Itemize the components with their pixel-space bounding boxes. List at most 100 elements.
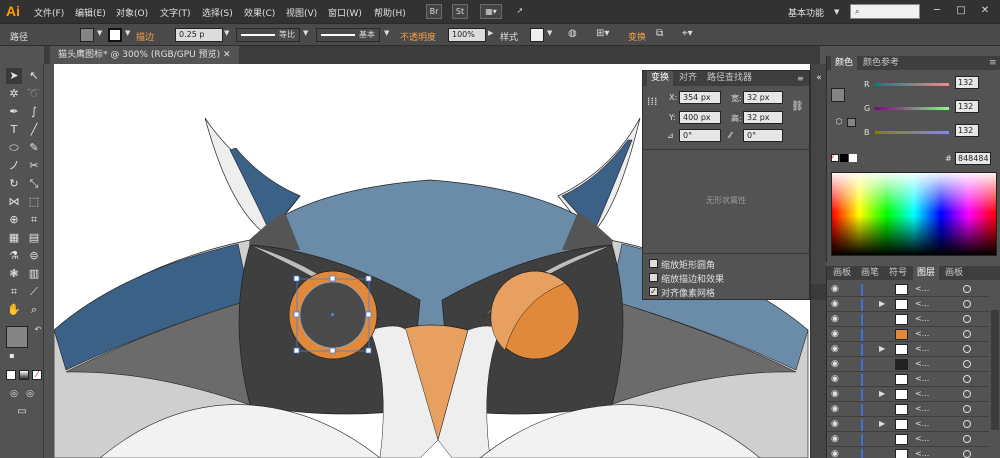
minimize-button[interactable]: ─ [928, 4, 946, 19]
expand-arrow-icon[interactable]: ▶ [879, 419, 885, 428]
target-circle-icon[interactable] [963, 285, 971, 293]
layer-name[interactable]: <... [915, 434, 929, 443]
constrain-proportions-icon[interactable]: ⛓ [791, 101, 804, 112]
rotate-tool-icon[interactable]: ↻ [6, 176, 22, 192]
eyedropper-tool-icon[interactable]: ⚗ [6, 248, 22, 264]
target-circle-icon[interactable] [963, 390, 971, 398]
layer-name[interactable]: <... [915, 419, 929, 428]
b-field[interactable]: 132 [955, 124, 979, 137]
visibility-eye-icon[interactable]: ◉ [831, 374, 841, 384]
layer-name[interactable]: <... [915, 299, 929, 308]
visibility-eye-icon[interactable]: ◉ [831, 419, 841, 429]
scale-corners-checkbox[interactable] [649, 259, 658, 268]
panel-menu-icon[interactable]: ≡ [985, 56, 1000, 70]
tab-align[interactable]: 对齐 [675, 71, 701, 86]
workspace-switcher[interactable]: 基本功能 [788, 6, 824, 19]
menu-object[interactable]: 对象(O) [116, 6, 148, 19]
selection-tool-icon[interactable]: ➤ [6, 68, 22, 84]
r-slider[interactable] [875, 83, 949, 86]
target-circle-icon[interactable] [963, 315, 971, 323]
none-mode-icon[interactable]: ⁄ [32, 370, 42, 380]
visibility-eye-icon[interactable]: ◉ [831, 389, 841, 399]
style-chevron-down-icon[interactable]: ▼ [547, 29, 552, 37]
line-tool-icon[interactable]: ╱ [26, 122, 42, 138]
active-fill-swatch[interactable] [831, 88, 845, 102]
color-mode-icon[interactable] [6, 370, 16, 380]
visibility-eye-icon[interactable]: ◉ [831, 314, 841, 324]
visibility-eye-icon[interactable]: ◉ [831, 344, 841, 354]
layer-name[interactable]: <... [915, 314, 929, 323]
y-field[interactable]: 400 px [679, 111, 721, 124]
type-tool-icon[interactable]: T [6, 122, 22, 138]
target-circle-icon[interactable] [963, 300, 971, 308]
bridge-button[interactable]: Br [426, 4, 442, 19]
default-fill-stroke-icon[interactable]: ▪ [4, 348, 20, 364]
target-circle-icon[interactable] [963, 345, 971, 353]
white-swatch[interactable] [849, 154, 857, 162]
direct-selection-tool-icon[interactable]: ↖ [26, 68, 42, 84]
gpu-performance-icon[interactable]: ➚ [512, 4, 528, 19]
free-transform-tool-icon[interactable]: ⬚ [26, 194, 42, 210]
shear-field[interactable]: 0° [743, 129, 783, 142]
opacity-label[interactable]: 不透明度 [400, 30, 436, 43]
draw-behind-icon[interactable]: ◎ [22, 386, 38, 402]
target-circle-icon[interactable] [963, 450, 971, 458]
expand-arrow-icon[interactable]: ▶ [879, 389, 885, 398]
tab-pathfinder[interactable]: 路径查找器 [703, 71, 756, 86]
recolor-artwork-icon[interactable]: ◍ [568, 28, 577, 39]
g-slider[interactable] [875, 107, 949, 110]
symbol-sprayer-tool-icon[interactable]: ❃ [6, 266, 22, 282]
fill-color-swatch[interactable] [6, 326, 28, 348]
tab-transform[interactable]: 变换 [647, 71, 674, 86]
panel-menu-icon[interactable]: ≡ [793, 71, 808, 86]
blend-tool-icon[interactable]: ⊜ [26, 248, 42, 264]
target-circle-icon[interactable] [963, 435, 971, 443]
layer-name[interactable]: <... [915, 344, 929, 353]
menu-effect[interactable]: 效果(C) [244, 6, 275, 19]
artboard-tool-icon[interactable]: ⌗ [6, 284, 22, 300]
visibility-eye-icon[interactable]: ◉ [831, 434, 841, 444]
paintbrush-tool-icon[interactable]: ノ [6, 158, 22, 174]
r-field[interactable]: 132 [955, 76, 979, 89]
graphic-style-swatch[interactable] [530, 28, 544, 42]
transform-link[interactable]: 变换 [628, 30, 646, 43]
scale-strokes-checkbox[interactable] [649, 273, 658, 282]
profile-chevron-down-icon[interactable]: ▼ [303, 29, 308, 37]
mesh-tool-icon[interactable]: ▦ [6, 230, 22, 246]
target-circle-icon[interactable] [963, 420, 971, 428]
color-spectrum[interactable] [831, 172, 997, 256]
brush-chevron-down-icon[interactable]: ▼ [384, 29, 389, 37]
hex-field[interactable]: 848484 [955, 152, 991, 165]
zoom-tool-icon[interactable]: ⌕ [26, 302, 42, 318]
layer-row[interactable]: ◉ ▶ <... [827, 417, 989, 432]
ellipse-tool-icon[interactable]: ⬭ [6, 140, 22, 156]
draw-normal-icon[interactable]: ◎ [6, 386, 22, 402]
fill-swatch[interactable] [80, 28, 94, 42]
g-field[interactable]: 132 [955, 100, 979, 113]
visibility-eye-icon[interactable]: ◉ [831, 449, 841, 458]
dock-scrollbar[interactable] [811, 284, 827, 300]
layer-row[interactable]: ◉ <... [827, 282, 989, 297]
reference-point-icon[interactable]: ⁞⁞⁞ [647, 96, 658, 107]
layer-row[interactable]: ◉ ▶ <... [827, 297, 989, 312]
hand-tool-icon[interactable]: ✋ [6, 302, 22, 318]
column-graph-tool-icon[interactable]: ▥ [26, 266, 42, 282]
layer-name[interactable]: <... [915, 359, 929, 368]
isolate-selection-icon[interactable]: ⧉ [656, 28, 663, 39]
menu-window[interactable]: 窗口(W) [328, 6, 362, 19]
layer-row[interactable]: ◉ <... [827, 402, 989, 417]
pencil-tool-icon[interactable]: ✎ [26, 140, 42, 156]
target-circle-icon[interactable] [963, 405, 971, 413]
layer-name[interactable]: <... [915, 374, 929, 383]
layer-name[interactable]: <... [915, 404, 929, 413]
visibility-eye-icon[interactable]: ◉ [831, 329, 841, 339]
menu-view[interactable]: 视图(V) [286, 6, 317, 19]
layer-row[interactable]: ◉ ▶ <... [827, 342, 989, 357]
layer-row[interactable]: ◉ <... [827, 372, 989, 387]
stroke-weight-label[interactable]: 描边 [136, 30, 154, 43]
layer-row[interactable]: ◉ <... [827, 447, 989, 458]
layer-name[interactable]: <... [915, 449, 929, 458]
b-slider[interactable] [875, 131, 949, 134]
pen-tool-icon[interactable]: ✒ [6, 104, 22, 120]
gradient-tool-icon[interactable]: ▤ [26, 230, 42, 246]
